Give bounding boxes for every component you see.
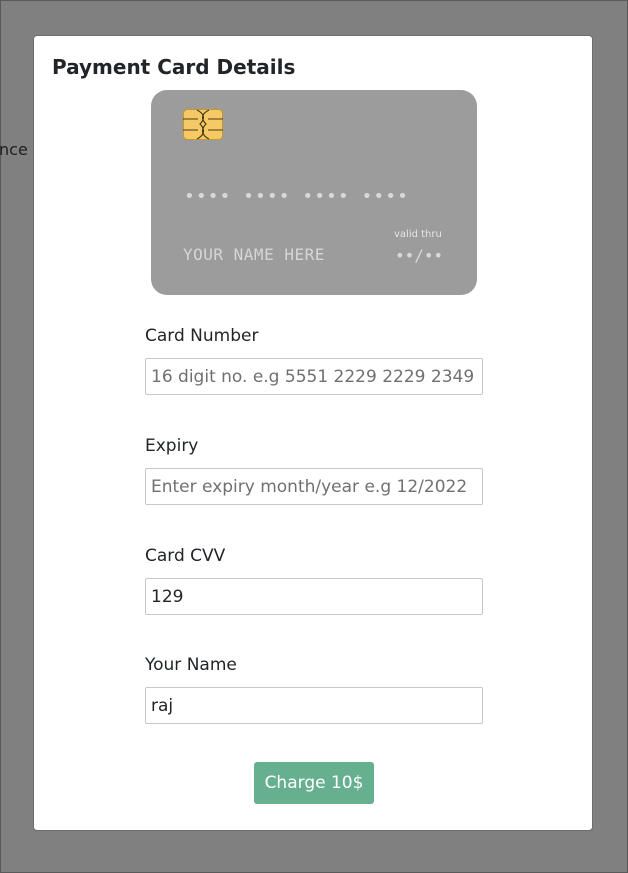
card-number-label: Card Number <box>145 326 259 346</box>
card-preview: •••• •••• •••• •••• YOUR NAME HERE valid… <box>151 90 477 295</box>
charge-button[interactable]: Charge 10$ <box>254 762 374 804</box>
modal-title: Payment Card Details <box>52 55 296 79</box>
chip-icon <box>183 109 223 140</box>
card-number-input[interactable] <box>145 358 483 395</box>
cvv-input[interactable] <box>145 578 483 615</box>
card-number-display: •••• •••• •••• •••• <box>184 186 409 207</box>
payment-modal: Payment Card Details •••• •••• •••• ••••… <box>33 35 593 831</box>
expiry-input[interactable] <box>145 468 483 505</box>
name-input[interactable] <box>145 687 483 724</box>
expiry-label: Expiry <box>145 436 199 456</box>
expiry-display: ••/•• <box>395 246 444 265</box>
card-name-display: YOUR NAME HERE <box>183 245 325 264</box>
valid-thru-label: valid thru <box>394 229 442 240</box>
name-label: Your Name <box>145 655 237 675</box>
cvv-label: Card CVV <box>145 546 226 566</box>
